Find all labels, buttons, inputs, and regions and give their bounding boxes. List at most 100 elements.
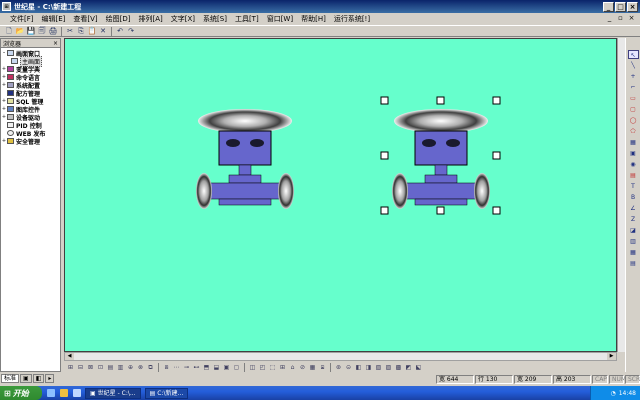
layout-tool-10-icon[interactable]: ⧈ (162, 363, 171, 372)
layout-tool-6-icon[interactable]: ▥ (116, 363, 125, 372)
layout-tool-21-icon[interactable]: ⊞ (278, 363, 287, 372)
resize-handle-sw[interactable] (380, 206, 389, 215)
resize-handle-ne[interactable] (492, 96, 501, 105)
layout-tool-24-icon[interactable]: ▦ (308, 363, 317, 372)
layout-tool-13-icon[interactable]: ⊷ (192, 363, 201, 372)
menu-system[interactable]: 系统[S] (199, 14, 231, 24)
menu-draw[interactable]: 绘图[D] (102, 14, 135, 24)
layout-tool-3-icon[interactable]: ⊠ (86, 363, 95, 372)
new-icon[interactable]: 🗋 (4, 26, 14, 36)
menu-help[interactable]: 帮助[H] (297, 14, 330, 24)
layout-tool-30-icon[interactable]: ▧ (374, 363, 383, 372)
menu-run-system[interactable]: 运行系统[!] (330, 14, 374, 24)
layout-tool-16-icon[interactable]: ▣ (222, 363, 231, 372)
button-icon[interactable]: ◉ (628, 160, 639, 169)
layout-tool-34-icon[interactable]: ⬕ (414, 363, 423, 372)
image-icon[interactable]: ▦ (628, 138, 639, 147)
pipe-icon[interactable]: ∠ (628, 204, 639, 213)
taskbar-folder-button[interactable]: ▤ C:\新建... (144, 387, 189, 399)
menu-file[interactable]: 文件[F] (6, 14, 38, 24)
doc-close-button[interactable]: × (627, 14, 636, 23)
save-icon[interactable]: 💾 (26, 26, 36, 36)
resize-handle-w[interactable] (380, 151, 389, 160)
menu-edit[interactable]: 编辑[E] (38, 14, 70, 24)
layout-tool-33-icon[interactable]: ◩ (404, 363, 413, 372)
valve-robot-left[interactable] (195, 108, 295, 210)
layout-tool-26-icon[interactable]: ⊛ (334, 363, 343, 372)
layout-tool-8-icon[interactable]: ⊗ (136, 363, 145, 372)
menu-view[interactable]: 查看[V] (69, 14, 101, 24)
scroll-right-icon[interactable]: ▶ (607, 353, 616, 360)
z-line-icon[interactable]: Z (628, 215, 639, 224)
chart-icon[interactable]: ▥ (628, 237, 639, 246)
bold-text-icon[interactable]: B (628, 193, 639, 202)
app-icon[interactable]: ⊞ (2, 2, 11, 11)
bitmap-icon[interactable]: ▣ (628, 149, 639, 158)
scroll-left-icon[interactable]: ◀ (65, 353, 74, 360)
layout-tool-31-icon[interactable]: ▨ (384, 363, 393, 372)
clock[interactable]: 14:48 (619, 390, 636, 397)
resize-handle-n[interactable] (436, 96, 445, 105)
layout-tool-22-icon[interactable]: ⌂ (288, 363, 297, 372)
layout-tool-25-icon[interactable]: ⧆ (318, 363, 327, 372)
horizontal-scrollbar[interactable]: ◀ ▶ (64, 352, 617, 361)
drawing-canvas[interactable] (64, 38, 617, 352)
layout-tool-19-icon[interactable]: ◰ (258, 363, 267, 372)
vertical-scrollbar[interactable] (617, 38, 625, 352)
fill-icon[interactable]: ◪ (628, 226, 639, 235)
save-all-icon[interactable]: 🗐 (37, 26, 47, 36)
text-icon[interactable]: T (628, 182, 639, 191)
layout-tool-2-icon[interactable]: ⊟ (76, 363, 85, 372)
layout-tool-20-icon[interactable]: ⬚ (268, 363, 277, 372)
layout-tool-23-icon[interactable]: ⊘ (298, 363, 307, 372)
start-button[interactable]: ⊞ 开始 (0, 386, 42, 400)
close-button[interactable]: × (627, 1, 638, 12)
layout-tool-14-icon[interactable]: ⬒ (202, 363, 211, 372)
layout-tool-32-icon[interactable]: ▩ (394, 363, 403, 372)
minimize-button[interactable]: _ (603, 1, 614, 12)
layout-tool-15-icon[interactable]: ⬓ (212, 363, 221, 372)
grid-icon[interactable]: ▦ (628, 248, 639, 257)
layout-tool-18-icon[interactable]: ◫ (248, 363, 257, 372)
layout-tool-9-icon[interactable]: ⧉ (146, 363, 155, 372)
delete-icon[interactable]: ✕ (98, 26, 108, 36)
line-icon[interactable]: ╲ (628, 61, 639, 70)
menu-text[interactable]: 文字[X] (167, 14, 199, 24)
explorer-close-icon[interactable]: × (53, 40, 58, 47)
cut-icon[interactable]: ✂ (65, 26, 75, 36)
layout-tool-17-icon[interactable]: ▢ (232, 363, 241, 372)
paste-icon[interactable]: 📋 (87, 26, 97, 36)
resize-handle-se[interactable] (492, 206, 501, 215)
layout-tool-7-icon[interactable]: ⊕ (126, 363, 135, 372)
resize-handle-s[interactable] (436, 206, 445, 215)
resize-handle-e[interactable] (492, 151, 501, 160)
plus-icon[interactable]: + (628, 72, 639, 81)
layout-tool-5-icon[interactable]: ▤ (106, 363, 115, 372)
polygon-icon[interactable]: ⬠ (628, 127, 639, 136)
layout-tool-11-icon[interactable]: ⋯ (172, 363, 181, 372)
maximize-button[interactable]: □ (615, 1, 626, 12)
desktop-icon[interactable] (73, 389, 81, 397)
layout-tool-4-icon[interactable]: ⊡ (96, 363, 105, 372)
redo-icon[interactable]: ↷ (126, 26, 136, 36)
taskbar-app-button[interactable]: ▣ 世纪星 - C:\... (85, 387, 141, 399)
ie-icon[interactable] (47, 389, 55, 397)
menu-arrange[interactable]: 排列[A] (135, 14, 167, 24)
resize-handle-nw[interactable] (380, 96, 389, 105)
doc-minimize-button[interactable]: _ (605, 14, 614, 23)
text-box-icon[interactable]: ▤ (628, 171, 639, 180)
network-icon[interactable]: ◔ (610, 390, 615, 397)
layout-tool-12-icon[interactable]: ⊸ (182, 363, 191, 372)
print-icon[interactable]: 🖨 (48, 26, 58, 36)
undo-icon[interactable]: ↶ (115, 26, 125, 36)
layout-tool-27-icon[interactable]: ⊝ (344, 363, 353, 372)
pointer-icon[interactable]: ↖ (627, 50, 639, 59)
rounded-rect-icon[interactable]: ▢ (628, 105, 639, 114)
polyline-icon[interactable]: ⌐ (628, 83, 639, 92)
menu-tools[interactable]: 工具[T] (231, 14, 263, 24)
layout-tool-29-icon[interactable]: ◨ (364, 363, 373, 372)
rect-icon[interactable]: ▭ (628, 94, 639, 103)
ellipse-icon[interactable]: ◯ (628, 116, 639, 125)
menu-window[interactable]: 窗口[W] (263, 14, 297, 24)
table-icon[interactable]: ▤ (628, 259, 639, 268)
